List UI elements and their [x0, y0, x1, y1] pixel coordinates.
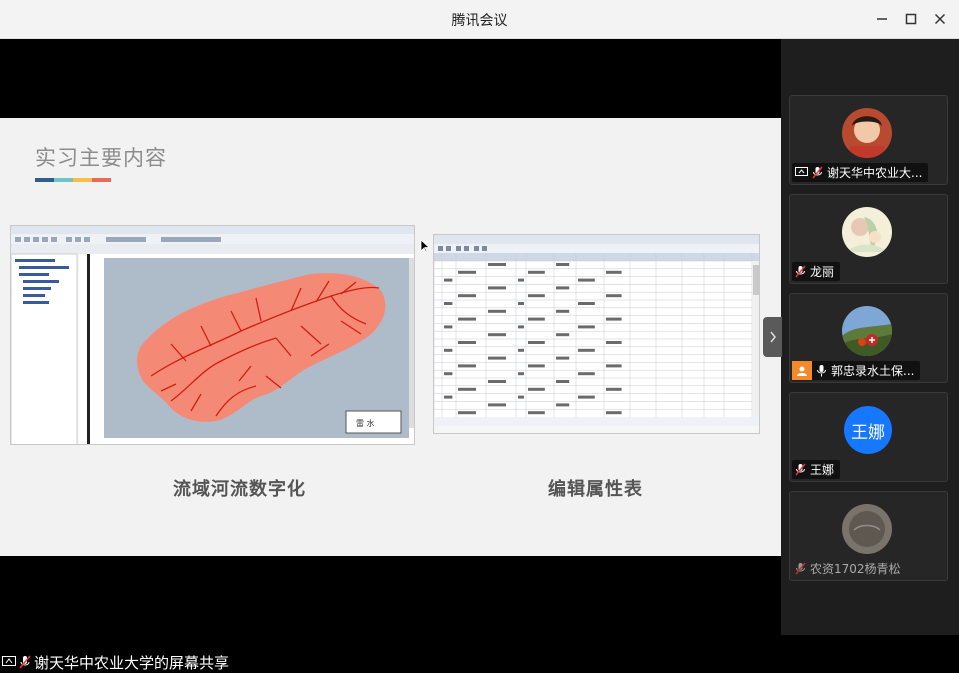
avatar: 王娜 — [844, 406, 892, 454]
mic-muted-icon — [795, 562, 806, 575]
participant-name: 龙丽 — [810, 265, 835, 279]
mic-icon — [816, 364, 827, 377]
accent-segment — [35, 178, 54, 182]
participant-tile[interactable]: 农资1702杨青松 — [789, 491, 948, 581]
avatar — [842, 306, 892, 356]
participant-name-tag: 王娜 — [792, 460, 841, 479]
minimize-icon — [877, 18, 887, 20]
avatar — [842, 504, 892, 554]
avatar — [842, 108, 892, 158]
close-icon — [934, 13, 946, 25]
accent-segment — [54, 178, 73, 182]
caption-edit-attribute-table: 编辑属性表 — [548, 479, 643, 500]
close-button[interactable] — [930, 9, 950, 29]
maximize-icon — [905, 13, 917, 25]
participant-name: 郭忠录水土保... — [831, 364, 915, 378]
participant-tile[interactable]: 郭忠录水土保... — [789, 293, 948, 383]
caption-river-digitization: 流域河流数字化 — [173, 479, 306, 500]
accent-segment — [92, 178, 111, 182]
mic-muted-icon — [795, 463, 806, 476]
attribute-table-screenshot — [433, 234, 760, 434]
participant-tile[interactable]: 王娜 王娜 — [789, 392, 948, 482]
maximize-button[interactable] — [901, 9, 921, 29]
participant-name-tag: 郭忠录水土保... — [792, 361, 921, 380]
chevron-right-icon — [769, 331, 776, 343]
mic-muted-icon — [19, 655, 31, 669]
share-screen-icon — [795, 167, 808, 178]
mic-muted-icon — [795, 265, 806, 278]
mic-muted-icon — [812, 166, 823, 179]
participant-name-tag: 谢天华中农业大... — [792, 163, 929, 182]
mouse-cursor-icon — [420, 239, 430, 253]
title-accent-bar — [35, 178, 111, 182]
share-screen-icon — [2, 656, 16, 668]
participant-name: 谢天华中农业大... — [827, 166, 923, 180]
user-avatar-icon — [792, 361, 812, 380]
screen-share-owner: 谢天华中农业大学的屏幕共享 — [34, 653, 230, 672]
slide-title: 实习主要内容 — [35, 146, 167, 170]
minimize-button[interactable] — [872, 9, 892, 29]
title-bar: 腾讯会议 — [0, 0, 959, 39]
accent-segment — [73, 178, 92, 182]
window-title: 腾讯会议 — [451, 13, 508, 29]
presentation-slide: 实习主要内容 雷 水 流域河流数字化 编辑属性表 — [0, 118, 781, 556]
screen-share-view: 实习主要内容 雷 水 流域河流数字化 编辑属性表 谢天华中农业大学的屏幕共享 — [0, 39, 781, 672]
screen-share-label: 谢天华中农业大学的屏幕共享 — [2, 651, 229, 673]
map-legend-text: 雷 水 — [356, 418, 375, 428]
gis-map-screenshot: 雷 水 — [10, 225, 415, 445]
participant-tile[interactable]: 龙丽 — [789, 194, 948, 284]
collapse-panel-button[interactable] — [763, 317, 782, 357]
avatar — [842, 207, 892, 257]
participant-tile[interactable]: 谢天华中农业大... — [789, 95, 948, 185]
participant-name-tag: 龙丽 — [792, 262, 841, 281]
participant-name-tag: 农资1702杨青松 — [792, 559, 907, 578]
participant-name: 农资1702杨青松 — [810, 562, 901, 576]
participant-name: 王娜 — [810, 463, 835, 477]
